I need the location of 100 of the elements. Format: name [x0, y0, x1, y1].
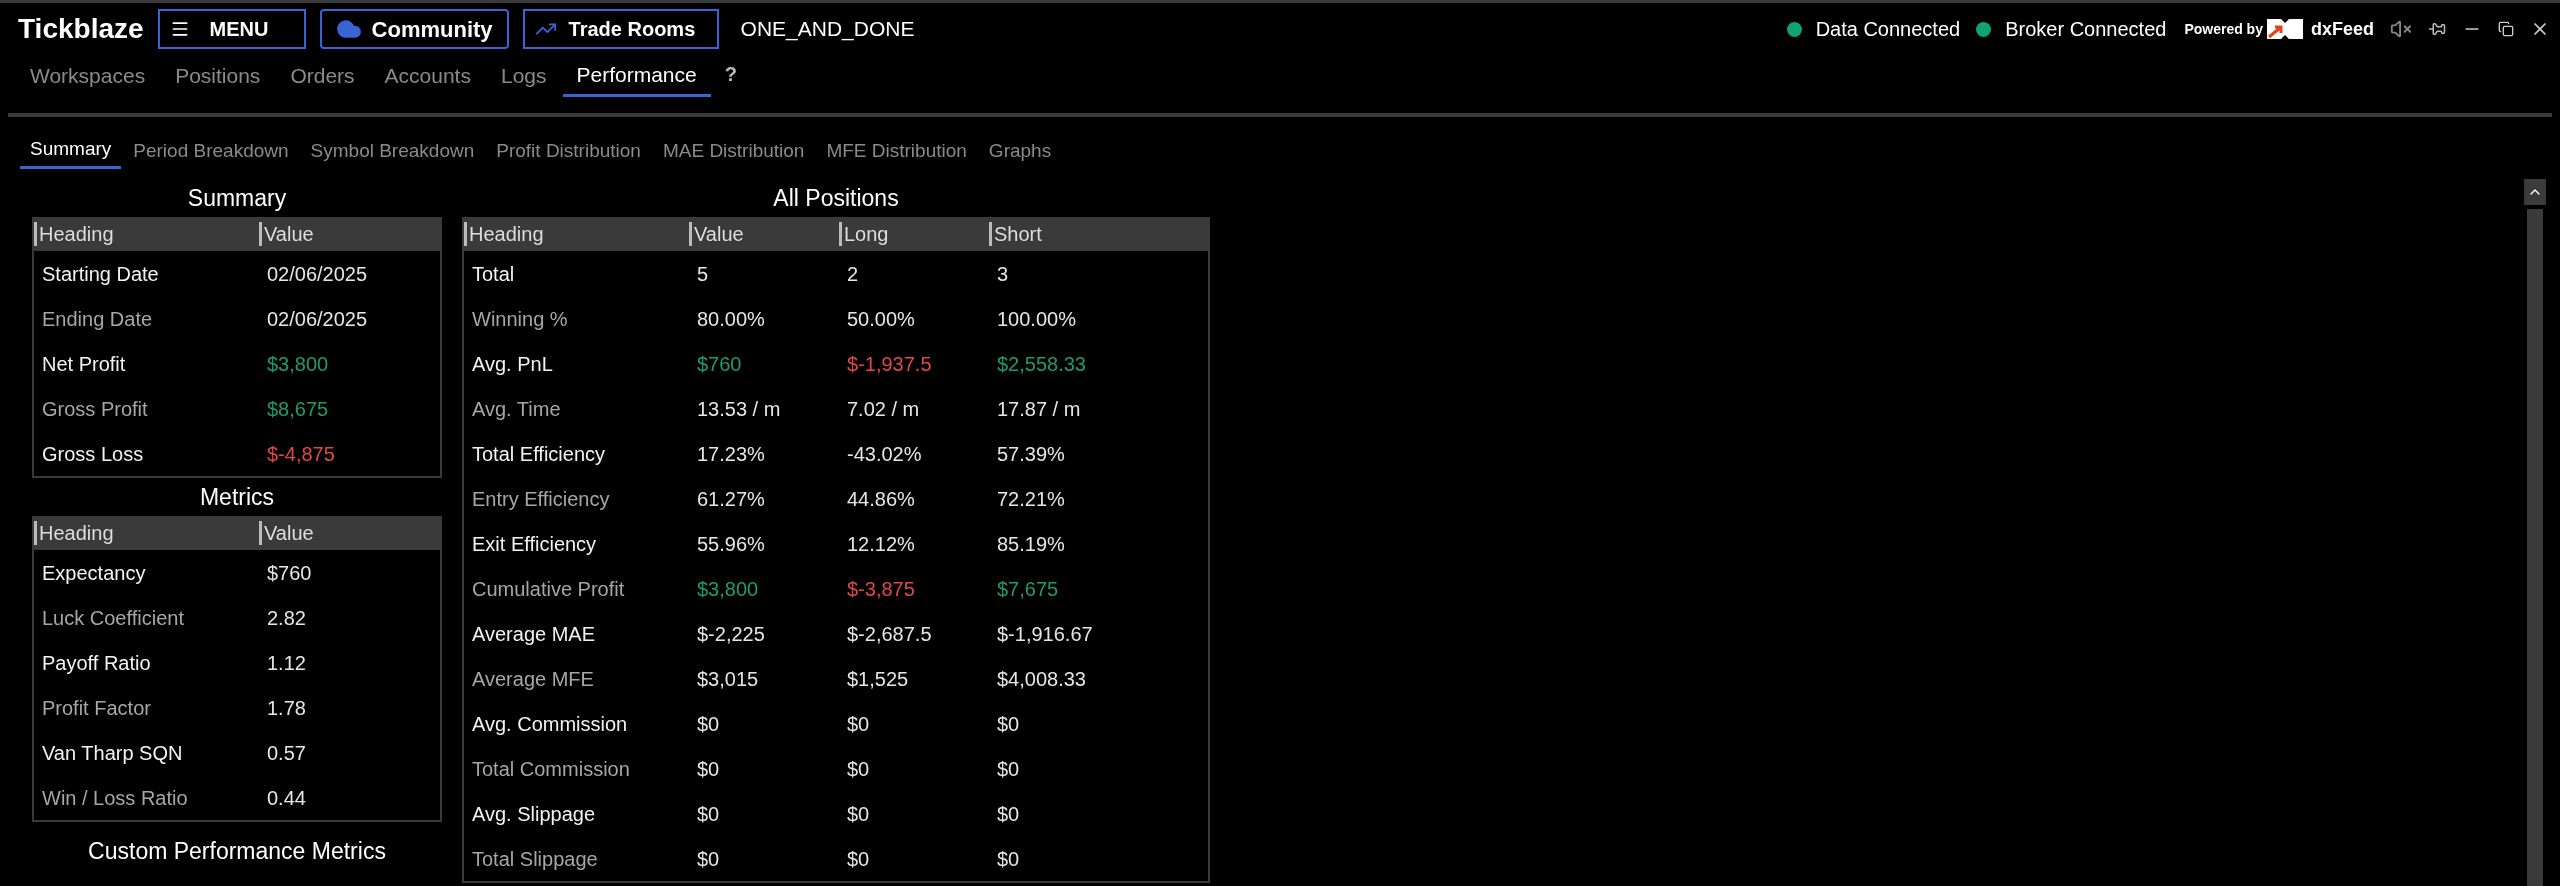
column-header[interactable]: Heading	[34, 222, 259, 246]
table-cell: Ending Date	[42, 307, 153, 330]
section-title: All Positions	[773, 183, 899, 213]
table-cell: $0	[997, 847, 1020, 870]
table-cell: $0	[847, 712, 870, 735]
table-cell: $2,558.33	[997, 352, 1086, 375]
column-header[interactable]: Short	[989, 222, 1204, 246]
table-cell: Luck Coefficient	[42, 606, 184, 629]
table-cell: 7.02 / m	[847, 397, 920, 420]
table-cell: $0	[997, 712, 1020, 735]
table-cell: $0	[697, 847, 720, 870]
menu-button[interactable]: MENU	[157, 9, 306, 49]
table-cell: Avg. Commission	[472, 712, 628, 735]
table-cell: $-1,937.5	[847, 352, 932, 375]
nav-tab[interactable]: Logs	[486, 55, 561, 97]
table-cell: Van Tharp SQN	[42, 741, 183, 764]
table-cell: 13.53 / m	[697, 397, 781, 420]
account-name: ONE_AND_DONE	[740, 16, 915, 43]
column-header[interactable]: Long	[839, 222, 989, 246]
table-cell: Average MFE	[472, 667, 594, 690]
restore-icon[interactable]	[2498, 21, 2514, 37]
table-cell: 80.00%	[697, 307, 765, 330]
column-header[interactable]: Heading	[34, 521, 259, 545]
table-cell: Total Commission	[472, 757, 630, 780]
table-cell: Win / Loss Ratio	[42, 786, 188, 809]
table-cell: 0.44	[267, 786, 306, 809]
status-label: Data Connected	[1815, 17, 1961, 42]
table-cell: 5	[697, 262, 709, 285]
table-cell: $0	[847, 847, 870, 870]
nav-tab[interactable]: Accounts	[370, 55, 485, 97]
pin-icon[interactable]	[2428, 20, 2446, 38]
section-title: Summary	[187, 183, 287, 213]
table-cell: $3,800	[267, 352, 329, 375]
table-cell: $0	[847, 802, 870, 825]
table-cell: Avg. Time	[472, 397, 561, 420]
powered-by-label: Powered by	[2184, 19, 2263, 39]
table-cell: $3,015	[697, 667, 759, 690]
scroll-up-button[interactable]	[2524, 179, 2546, 205]
table-cell: $760	[697, 352, 742, 375]
brand-name: dxFeed	[2310, 17, 2374, 41]
table-cell: 17.23%	[697, 442, 765, 465]
nav-tab[interactable]: Workspaces	[16, 55, 160, 97]
column-header[interactable]: Heading	[464, 222, 689, 246]
table-cell: Payoff Ratio	[42, 651, 151, 674]
section-title: Metrics	[199, 482, 275, 512]
table-cell: Average MAE	[472, 622, 596, 645]
brand-logo-icon	[2264, 17, 2305, 41]
status-label: Broker Connected	[2005, 17, 2167, 42]
sub-tab[interactable]: Profit Distribution	[486, 133, 651, 169]
sub-tab[interactable]: MAE Distribution	[652, 133, 815, 169]
column-header[interactable]: Value	[689, 222, 839, 246]
mute-icon[interactable]	[2390, 18, 2412, 40]
table-cell: Avg. PnL	[472, 352, 553, 375]
nav-tab[interactable]: Performance	[562, 55, 711, 97]
section-title: Custom Performance Metrics	[88, 836, 386, 866]
help-button[interactable]: ?	[712, 55, 749, 93]
table-cell: 02/06/2025	[267, 307, 368, 330]
table-cell: 02/06/2025	[267, 262, 368, 285]
community-button[interactable]: Community	[319, 9, 509, 49]
sub-tab[interactable]: Symbol Breakdown	[300, 133, 485, 169]
table-cell: 85.19%	[997, 532, 1065, 555]
table-cell: 0.57	[267, 741, 306, 764]
table-cell: $0	[697, 802, 720, 825]
table-cell: $-2,225	[697, 622, 765, 645]
table-cell: Exit Efficiency	[472, 532, 597, 555]
table-cell: $-3,875	[847, 577, 915, 600]
table-cell: Profit Factor	[42, 696, 151, 719]
table-cell: $7,675	[997, 577, 1059, 600]
table-cell: 1.12	[267, 651, 306, 674]
app-logo: Tickblaze	[18, 12, 144, 46]
table-cell: 17.87 / m	[997, 397, 1081, 420]
column-header[interactable]: Value	[259, 222, 440, 246]
table-cell: $0	[997, 802, 1020, 825]
column-header[interactable]: Value	[259, 521, 440, 545]
sub-tab[interactable]: Summary	[20, 133, 122, 169]
table-cell: $760	[267, 561, 312, 584]
table-cell: Starting Date	[42, 262, 159, 285]
table-cell: Net Profit	[42, 352, 126, 375]
table-cell: 100.00%	[997, 307, 1076, 330]
scrollbar-thumb[interactable]	[2527, 209, 2543, 886]
table-cell: Expectancy	[42, 561, 146, 584]
trade-rooms-button[interactable]: Trade Rooms	[522, 9, 719, 49]
table-cell: 72.21%	[997, 487, 1065, 510]
table-cell: $8,675	[267, 397, 329, 420]
table-cell: 57.39%	[997, 442, 1065, 465]
table-cell: $0	[697, 712, 720, 735]
sub-tab[interactable]: MFE Distribution	[816, 133, 977, 169]
table-cell: 61.27%	[697, 487, 765, 510]
table-cell: $0	[847, 757, 870, 780]
table-cell: Total Efficiency	[472, 442, 606, 465]
table-cell: Gross Profit	[42, 397, 148, 420]
table-cell: $1,525	[847, 667, 909, 690]
sub-tab[interactable]: Graphs	[978, 133, 1062, 169]
table-cell: $0	[997, 757, 1020, 780]
nav-tab[interactable]: Positions	[161, 55, 275, 97]
table-cell: Total Slippage	[472, 847, 598, 870]
table-cell: Gross Loss	[42, 442, 144, 465]
nav-tab[interactable]: Orders	[276, 55, 369, 97]
sub-tab[interactable]: Period Breakdown	[123, 133, 299, 169]
table-cell: Avg. Slippage	[472, 802, 596, 825]
